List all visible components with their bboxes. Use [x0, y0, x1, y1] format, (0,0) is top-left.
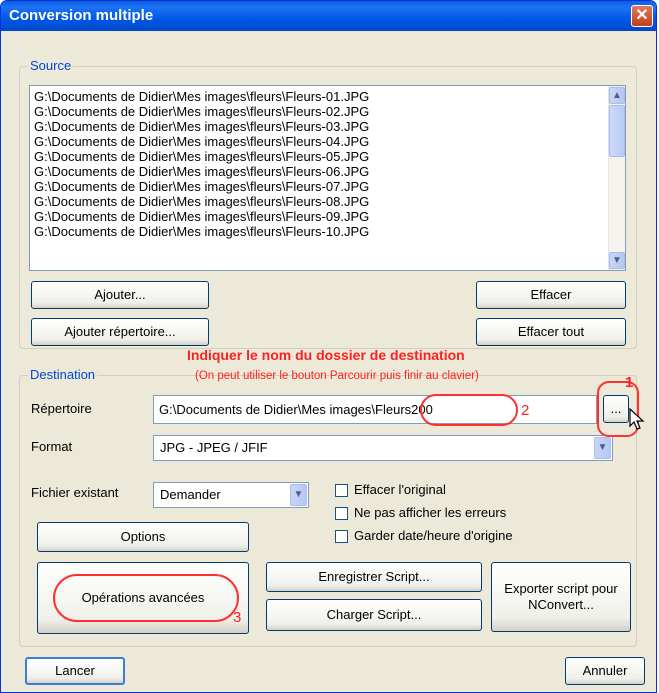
list-item[interactable]: G:\Documents de Didier\Mes images\fleurs…: [30, 134, 625, 149]
annotation-number-1: 1: [625, 374, 634, 391]
destination-legend: Destination: [28, 367, 98, 382]
run-button[interactable]: Lancer: [25, 657, 125, 685]
keep-date-checkbox[interactable]: [335, 530, 348, 543]
annotation-oval-advanced: [53, 574, 239, 622]
source-file-list[interactable]: G:\Documents de Didier\Mes images\fleurs…: [29, 85, 626, 271]
no-errors-checkbox[interactable]: [335, 507, 348, 520]
format-select[interactable]: JPG - JPEG / JFIF ▼: [153, 435, 613, 461]
format-label: Format: [31, 439, 73, 454]
list-item[interactable]: G:\Documents de Didier\Mes images\fleurs…: [30, 164, 625, 179]
source-legend: Source: [28, 58, 74, 73]
format-dropdown-button[interactable]: ▼: [594, 437, 611, 459]
no-errors-label: Ne pas afficher les erreurs: [354, 505, 507, 520]
list-item[interactable]: G:\Documents de Didier\Mes images\fleurs…: [30, 179, 625, 194]
delete-original-label: Effacer l'original: [354, 482, 446, 497]
chevron-down-icon: ▼: [293, 489, 304, 500]
cancel-button[interactable]: Annuler: [565, 657, 645, 685]
keep-date-label: Garder date/heure d'origine: [354, 528, 513, 543]
close-button[interactable]: ✕: [631, 5, 653, 27]
existing-dropdown-button[interactable]: ▼: [290, 484, 307, 506]
chevron-down-icon: ▼: [597, 442, 608, 453]
list-scrollbar[interactable]: ▲ ▼: [608, 86, 625, 270]
title-bar: Conversion multiple ✕: [1, 1, 656, 31]
folder-input[interactable]: G:\Documents de Didier\Mes images\Fleurs…: [153, 395, 597, 424]
add-button[interactable]: Ajouter...: [31, 281, 209, 309]
clear-button[interactable]: Effacer: [476, 281, 626, 309]
existing-file-label: Fichier existant: [31, 485, 119, 500]
scroll-up-icon: ▲: [612, 90, 622, 101]
options-button[interactable]: Options: [37, 522, 249, 552]
scroll-up-button[interactable]: ▲: [609, 87, 625, 104]
list-item[interactable]: G:\Documents de Didier\Mes images\fleurs…: [30, 119, 625, 134]
window-title: Conversion multiple: [9, 7, 154, 24]
list-item[interactable]: G:\Documents de Didier\Mes images\fleurs…: [30, 209, 625, 224]
existing-file-select[interactable]: Demander ▼: [153, 482, 309, 508]
list-item[interactable]: G:\Documents de Didier\Mes images\fleurs…: [30, 224, 625, 239]
load-script-button[interactable]: Charger Script...: [266, 599, 482, 631]
list-item[interactable]: G:\Documents de Didier\Mes images\fleurs…: [30, 89, 625, 104]
scroll-down-button[interactable]: ▼: [609, 252, 625, 269]
mouse-pointer-icon: [629, 408, 645, 430]
save-script-button[interactable]: Enregistrer Script...: [266, 562, 482, 592]
annotation-oval-folder: [420, 394, 518, 426]
list-item[interactable]: G:\Documents de Didier\Mes images\fleurs…: [30, 104, 625, 119]
annotation-number-3: 3: [233, 609, 242, 626]
annotation-heading: Indiquer le nom du dossier de destinatio…: [187, 347, 465, 363]
add-folder-button[interactable]: Ajouter répertoire...: [31, 318, 209, 346]
scroll-down-icon: ▼: [612, 255, 622, 266]
list-item[interactable]: G:\Documents de Didier\Mes images\fleurs…: [30, 194, 625, 209]
export-nconvert-button[interactable]: Exporter script pour NConvert...: [491, 562, 631, 632]
delete-original-checkbox[interactable]: [335, 484, 348, 497]
list-item[interactable]: G:\Documents de Didier\Mes images\fleurs…: [30, 149, 625, 164]
clear-all-button[interactable]: Effacer tout: [476, 318, 626, 346]
folder-label: Répertoire: [31, 401, 92, 416]
scroll-thumb[interactable]: [609, 105, 625, 157]
annotation-subheading: (On peut utiliser le bouton Parcourir pu…: [195, 370, 479, 382]
conversion-dialog: Conversion multiple ✕ Source G:\Document…: [0, 0, 657, 693]
close-icon: ✕: [635, 7, 649, 24]
annotation-number-2: 2: [521, 402, 530, 419]
